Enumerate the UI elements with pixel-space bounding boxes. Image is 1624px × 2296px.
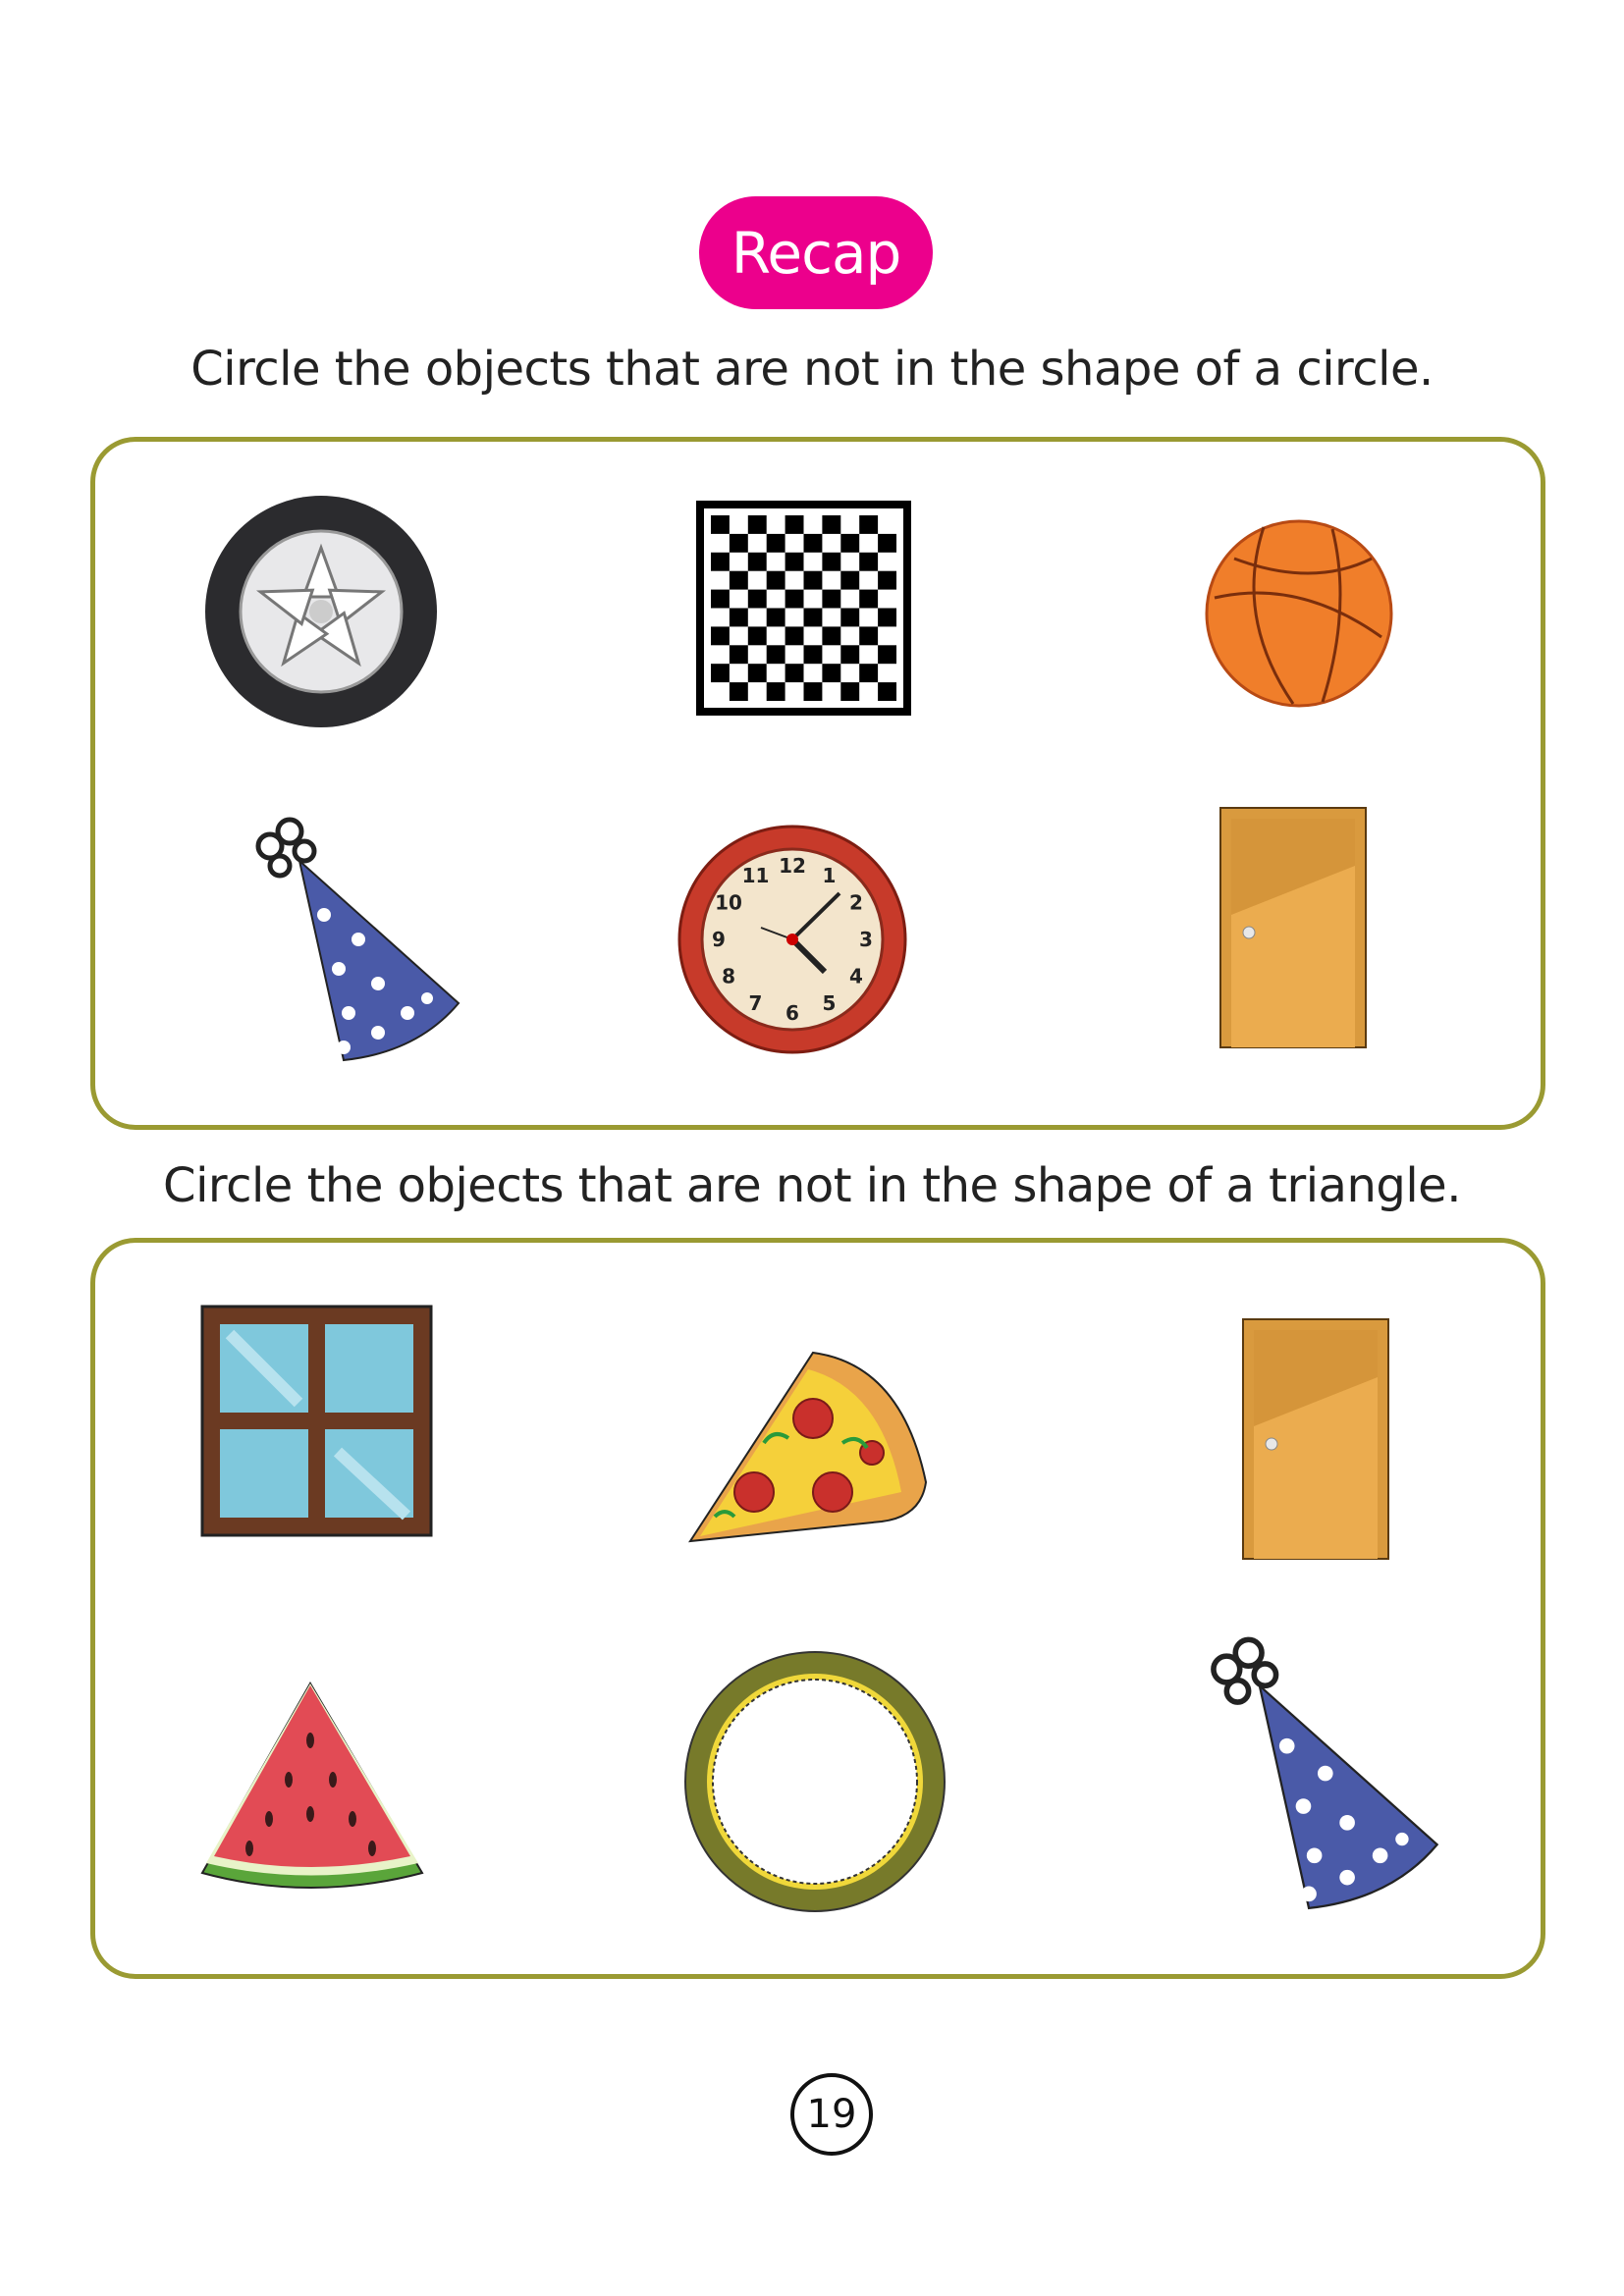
- chess-square: [711, 664, 730, 683]
- chess-square: [803, 533, 823, 553]
- chess-square: [859, 664, 879, 683]
- chess-square: [785, 664, 804, 683]
- chess-square: [803, 645, 823, 665]
- clock-numeral: 1: [823, 864, 837, 887]
- chess-square: [822, 515, 841, 534]
- chess-square: [766, 533, 785, 553]
- chess-square: [840, 570, 860, 590]
- tire-image: [205, 496, 437, 727]
- party-hat-image: [1211, 1636, 1439, 1910]
- chess-square: [785, 626, 804, 646]
- chess-square: [766, 682, 785, 701]
- clock-numeral: 11: [742, 864, 770, 887]
- chess-square: [840, 608, 860, 627]
- chess-square: [729, 570, 748, 590]
- instruction-triangle: Circle the objects that are not in the s…: [163, 1158, 1461, 1213]
- worksheet-page: Recap Circle the objects that are not in…: [0, 0, 1624, 2296]
- chess-square: [803, 608, 823, 627]
- chess-square: [840, 533, 860, 553]
- pizza-slice-image: [688, 1351, 928, 1543]
- chess-square: [822, 552, 841, 571]
- chess-square: [766, 645, 785, 665]
- chess-square: [729, 682, 748, 701]
- chess-square: [711, 552, 730, 571]
- chess-square: [859, 515, 879, 534]
- clock-numeral: 12: [779, 854, 806, 878]
- page-number: 19: [790, 2073, 873, 2156]
- clock-numeral: 9: [712, 928, 726, 951]
- clock-numeral: 2: [849, 891, 863, 915]
- chess-square: [747, 552, 767, 571]
- basketball-image: [1205, 519, 1393, 708]
- instruction-circle: Circle the objects that are not in the s…: [190, 342, 1434, 397]
- door-image: [1219, 807, 1367, 1048]
- chess-square: [878, 570, 896, 590]
- chess-square: [859, 552, 879, 571]
- clock-numeral: 3: [859, 928, 873, 951]
- chess-square: [711, 626, 730, 646]
- party-hat-image: [255, 817, 460, 1062]
- chess-square: [803, 682, 823, 701]
- chess-square: [840, 645, 860, 665]
- watermelon-slice-image: [200, 1682, 424, 1889]
- chess-square: [766, 570, 785, 590]
- chess-square: [766, 608, 785, 627]
- chess-square: [785, 515, 804, 534]
- chess-square: [803, 570, 823, 590]
- chess-square: [878, 533, 896, 553]
- chess-square: [878, 682, 896, 701]
- chess-square: [729, 645, 748, 665]
- chess-square: [729, 608, 748, 627]
- chess-square: [878, 608, 896, 627]
- chess-square: [711, 589, 730, 609]
- chess-square: [859, 589, 879, 609]
- chess-square: [822, 626, 841, 646]
- recap-badge: Recap: [699, 196, 933, 309]
- clock-image: 12 12 3 45678 9 1011: [677, 825, 907, 1054]
- clock-numeral: 6: [785, 1001, 799, 1025]
- chess-square: [822, 589, 841, 609]
- window-image: [200, 1305, 433, 1537]
- chess-square: [785, 552, 804, 571]
- chess-square: [711, 515, 730, 534]
- clock-numeral: 7: [749, 991, 763, 1015]
- clock-numeral: 5: [823, 991, 837, 1015]
- chess-square: [729, 533, 748, 553]
- chess-square: [747, 626, 767, 646]
- chess-square: [878, 645, 896, 665]
- clock-numeral: 10: [715, 891, 742, 915]
- ring-image: [684, 1651, 946, 1912]
- chess-square: [840, 682, 860, 701]
- chess-square: [785, 589, 804, 609]
- chess-square: [747, 664, 767, 683]
- door-image: [1242, 1318, 1389, 1560]
- chess-square: [822, 664, 841, 683]
- clock-numeral: 8: [722, 965, 735, 988]
- chess-square: [747, 589, 767, 609]
- chess-square: [859, 626, 879, 646]
- chessboard-image: [696, 501, 911, 716]
- clock-numeral: 4: [849, 965, 863, 988]
- chess-square: [747, 515, 767, 534]
